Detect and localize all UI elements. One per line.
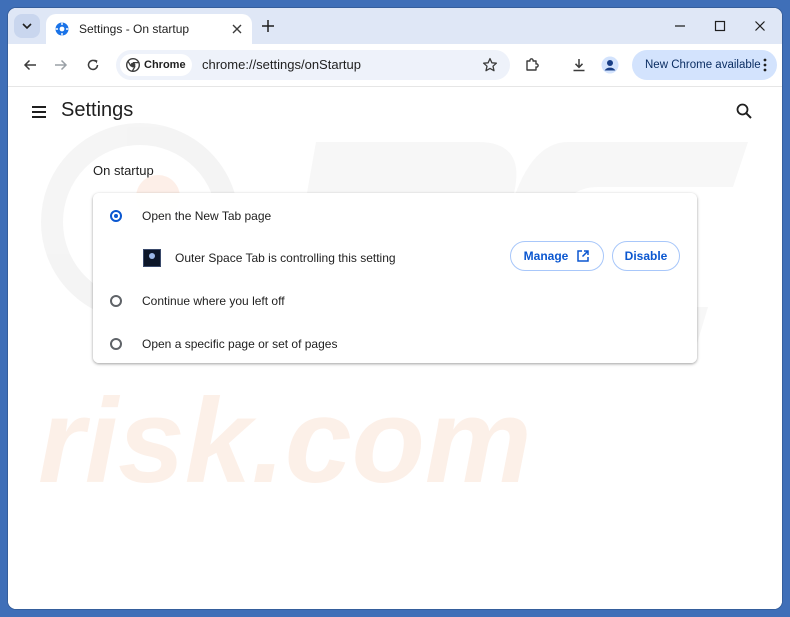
radio-specific-pages[interactable] <box>110 338 122 350</box>
chip-label: Chrome <box>144 59 186 71</box>
close-window-button[interactable] <box>745 14 775 38</box>
maximize-icon <box>714 20 726 32</box>
search-icon[interactable] <box>735 102 753 120</box>
tab-strip: Settings - On startup <box>8 8 782 44</box>
forward-button[interactable] <box>51 55 71 75</box>
hamburger-menu-icon[interactable] <box>30 103 48 121</box>
chevron-down-icon <box>22 23 32 30</box>
option-specific-pages[interactable]: Open a specific page or set of pages <box>110 337 337 351</box>
address-bar[interactable]: Chrome chrome://settings/onStartup <box>116 50 510 80</box>
option-new-tab[interactable]: Open the New Tab page <box>110 209 271 223</box>
maximize-button[interactable] <box>705 14 735 38</box>
section-title: On startup <box>93 163 154 178</box>
downloads-button[interactable] <box>569 55 589 75</box>
tab-settings[interactable]: Settings - On startup <box>46 14 252 44</box>
profile-button[interactable] <box>600 55 620 75</box>
settings-gear-icon <box>54 21 70 37</box>
bookmark-star-icon[interactable] <box>482 57 498 73</box>
minimize-icon <box>675 25 685 27</box>
reload-button[interactable] <box>83 55 103 75</box>
option-label: Open the New Tab page <box>142 209 272 223</box>
extension-control-text: Outer Space Tab is controlling this sett… <box>175 251 396 265</box>
radio-continue[interactable] <box>110 295 122 307</box>
download-icon <box>573 59 585 72</box>
manage-button[interactable]: Manage <box>510 241 604 271</box>
new-tab-button[interactable] <box>258 16 278 36</box>
back-button[interactable] <box>20 55 40 75</box>
option-continue[interactable]: Continue where you left off <box>110 294 285 308</box>
radio-new-tab[interactable] <box>110 210 122 222</box>
chrome-logo-icon <box>126 58 140 72</box>
reload-icon <box>87 59 99 71</box>
plus-icon <box>262 20 274 32</box>
extension-icon <box>143 249 161 267</box>
option-label: Open a specific page or set of pages <box>142 337 338 351</box>
tab-title: Settings - On startup <box>79 22 190 36</box>
page-title: Settings <box>61 99 134 121</box>
site-info-chip[interactable]: Chrome <box>120 54 192 76</box>
watermark-text: risk.com <box>38 374 532 508</box>
extension-control-row: Outer Space Tab is controlling this sett… <box>142 241 682 277</box>
startup-options-card: Open the New Tab page Outer Space Tab is… <box>93 193 697 363</box>
settings-page: risk.com Settings On startup Open the Ne… <box>8 87 782 609</box>
forward-arrow-icon <box>55 59 68 71</box>
update-label: New Chrome available <box>645 59 761 71</box>
puzzle-icon <box>526 58 539 71</box>
back-arrow-icon <box>23 59 36 71</box>
toolbar: Chrome chrome://settings/onStartup New C… <box>8 44 782 87</box>
minimize-button[interactable] <box>665 14 695 38</box>
more-vertical-icon <box>761 57 769 73</box>
disable-button[interactable]: Disable <box>612 241 680 271</box>
manage-label: Manage <box>523 249 569 263</box>
browser-window: Settings - On startup Chrome chrome://se… <box>8 8 782 609</box>
option-label: Continue where you left off <box>142 294 285 308</box>
close-icon <box>755 21 765 31</box>
tab-search-button[interactable] <box>14 14 40 38</box>
new-chrome-available-button[interactable]: New Chrome available <box>632 50 777 80</box>
close-tab-icon[interactable] <box>230 22 244 36</box>
profile-avatar-icon <box>601 56 619 74</box>
open-in-new-icon <box>576 249 590 263</box>
extensions-button[interactable] <box>522 55 542 75</box>
url-text[interactable]: chrome://settings/onStartup <box>202 57 361 72</box>
